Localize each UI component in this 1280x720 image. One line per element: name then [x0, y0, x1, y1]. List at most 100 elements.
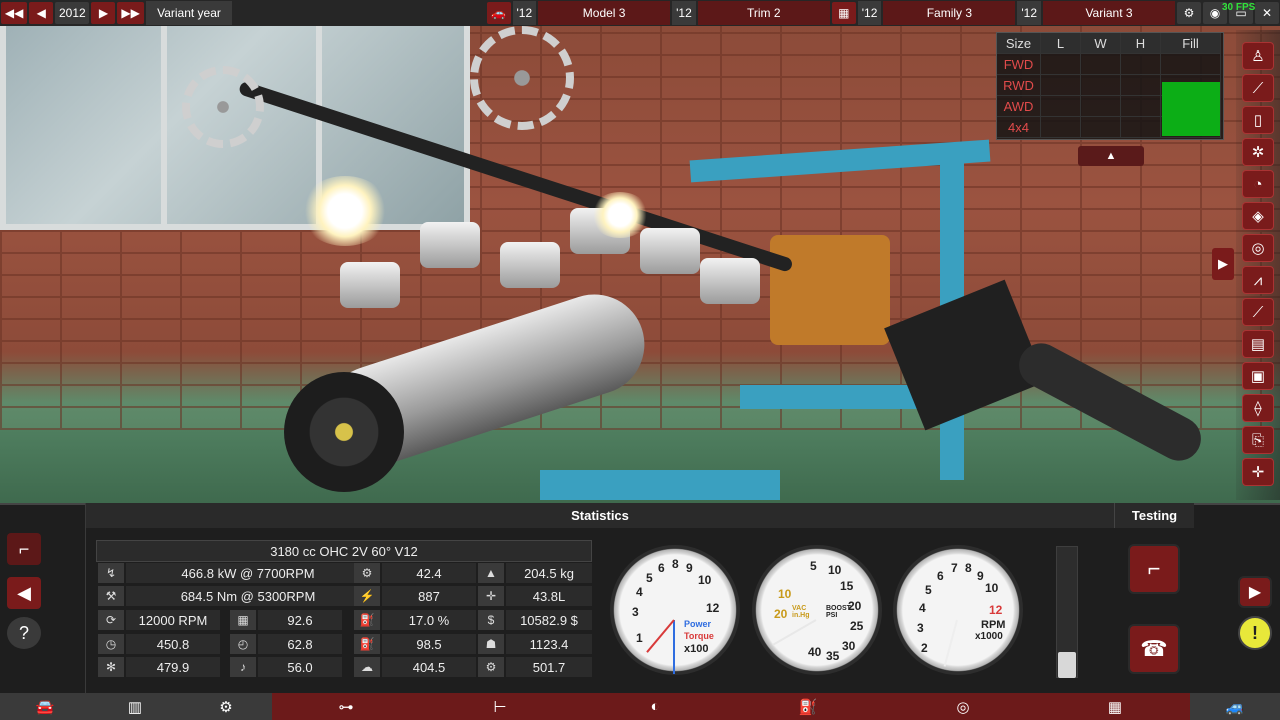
gauge-number: 9 [977, 569, 984, 583]
stat-cooling: ✻ 479.9 [98, 657, 220, 677]
engine-bay-icon[interactable]: ▥ [90, 693, 180, 720]
family-selector[interactable]: Family 3 [883, 1, 1016, 25]
gauge-icon: ◴ [230, 634, 256, 654]
throttle-slider-knob[interactable] [1058, 652, 1076, 678]
bottom-end-icon[interactable]: ⊶ [272, 693, 420, 720]
stat-value: 684.5 Nm @ 5300RPM [126, 586, 370, 606]
person-icon[interactable]: ♙ [1242, 42, 1274, 70]
model-year-tag: '12 [512, 1, 537, 25]
move-icon[interactable]: ✛ [1242, 458, 1274, 486]
prev-year-button[interactable]: ◀ [29, 2, 54, 24]
emissions-icon: ☁ [354, 657, 380, 677]
testing-header: Testing [1114, 503, 1194, 528]
variant-selector[interactable]: Variant 3 [1043, 1, 1175, 25]
gauge-number: 10 [828, 563, 842, 577]
engine-design-icon[interactable]: ⚙ [180, 693, 272, 720]
gauge-number: 20 [774, 607, 788, 621]
close-button[interactable]: ✕ [1255, 2, 1279, 24]
boost-needle [772, 619, 817, 646]
fuel-pump-icon: ⛽ [354, 634, 380, 654]
next-year-button[interactable]: ▶ [91, 2, 116, 24]
engine-test-button[interactable]: ☎ [1128, 624, 1180, 674]
cell [1081, 96, 1121, 117]
pipe-icon[interactable]: ⟋ [1242, 298, 1274, 326]
gauge-number: 40 [808, 645, 822, 659]
tune-icon[interactable]: ⟠ [1242, 394, 1274, 422]
collapse-table-button[interactable]: ▲ [1078, 146, 1144, 166]
stat-value: 43.8L [506, 586, 592, 606]
aspiration-tab-icon[interactable]: ◐ [580, 693, 730, 720]
sound-icon: ♪ [230, 657, 256, 677]
stat-value: 17.0 % [382, 610, 476, 630]
gauge-number: 5 [810, 559, 817, 573]
stat-sound: ♪ 56.0 [230, 657, 342, 677]
prev-year-fast-button[interactable]: ◀◀ [1, 2, 28, 24]
next-year-fast-button[interactable]: ▶▶ [117, 2, 144, 24]
tailpipe-icon[interactable]: ⎘ [1242, 426, 1274, 454]
stat-value: 479.9 [126, 657, 220, 677]
expand-sidebar-button[interactable]: ▶ [1212, 248, 1234, 280]
power-label: Power [684, 619, 712, 629]
gauge-number: 3 [632, 605, 639, 619]
cooling-icon: ✻ [98, 657, 124, 677]
gauge-number: 6 [658, 561, 665, 575]
piston-icon[interactable]: ▯ [1242, 106, 1274, 134]
graph-icon[interactable]: ⌐ [7, 533, 41, 565]
combustion-flash [300, 176, 390, 246]
stat-value: 10582.9 $ [506, 610, 592, 630]
help-icon[interactable]: ? [7, 617, 41, 649]
model-selector[interactable]: Model 3 [538, 1, 671, 25]
fuel-tab-icon[interactable]: ⛽ [730, 693, 886, 720]
car-icon[interactable]: 🚘 [0, 693, 90, 720]
testing-tab-icon[interactable]: ▦ [1040, 693, 1190, 720]
heads-icon[interactable]: ⊢ [420, 693, 580, 720]
cell [1161, 54, 1221, 75]
drivetrain-header-row: Size L W H Fill [997, 33, 1223, 54]
engine-block-icon: ▦ [230, 610, 256, 630]
fuel-icon[interactable]: ⩘ [1242, 266, 1274, 294]
gauge-number: 10 [778, 587, 792, 601]
stat-responsiveness: ⚡ 887 [354, 586, 476, 606]
warning-icon[interactable]: ! [1238, 616, 1272, 650]
dyno-graph-button[interactable]: ⌐ [1128, 544, 1180, 594]
drivetrain-row-fwd[interactable]: FWD [997, 54, 1223, 75]
rpm-icon: ⟳ [98, 610, 124, 630]
stat-production: ☗ 1123.4 [478, 634, 592, 654]
responsiveness-icon: ⚡ [354, 586, 380, 606]
header-h: H [1121, 33, 1161, 54]
gauge-number: 9 [686, 561, 693, 575]
turbo-icon[interactable]: ◎ [1242, 234, 1274, 262]
right-toolbar: ♙ ⟋ ▯ ✲ ◔ ◈ ◎ ⩘ ⟋ ▤ ▣ ⟠ ⎘ ✛ [1236, 30, 1280, 500]
gauge-number: 6 [937, 569, 944, 583]
gauge-number: 3 [917, 621, 924, 635]
trim-year-tag: '12 [672, 1, 696, 25]
stat-value: 204.5 kg [506, 563, 592, 583]
combustion-flash [590, 192, 650, 238]
piston [640, 228, 700, 274]
header-w: W [1081, 33, 1121, 54]
exhaust-icon[interactable]: ▤ [1242, 330, 1274, 358]
row-label-fwd: FWD [997, 54, 1041, 75]
next-button[interactable]: ▶ [1238, 576, 1272, 608]
exhaust-tab-icon[interactable]: ◎ [886, 693, 1040, 720]
engine-family-icon[interactable]: ▦ [831, 2, 856, 24]
stat-value: 466.8 kW @ 7700RPM [126, 563, 370, 583]
intake-icon[interactable]: ◈ [1242, 202, 1274, 230]
cell [1081, 117, 1121, 138]
car-model-icon[interactable]: 🚗 [486, 2, 511, 24]
crankshaft-icon[interactable]: ⟋ [1242, 74, 1274, 102]
muffler-icon[interactable]: ▣ [1242, 362, 1274, 390]
aspiration-icon[interactable]: ◔ [1242, 170, 1274, 198]
stat-value: 887 [382, 586, 476, 606]
trim-selector[interactable]: Trim 2 [697, 1, 830, 25]
header-size: Size [997, 33, 1041, 54]
stat-power: ↯ 466.8 kW @ 7700RPM [98, 563, 370, 583]
settings-gear-icon[interactable]: ⚙ [1177, 2, 1201, 24]
gauge-unit: x100 [684, 643, 709, 655]
car-body-icon[interactable]: 🚙 [1190, 693, 1280, 720]
torque-icon: ⚒ [98, 586, 124, 606]
gauge-number: 15 [840, 579, 854, 593]
valve-icon[interactable]: ✲ [1242, 138, 1274, 166]
back-button[interactable]: ◀ [7, 577, 41, 609]
engine-name: 3180 cc OHC 2V 60° V12 [96, 540, 592, 562]
